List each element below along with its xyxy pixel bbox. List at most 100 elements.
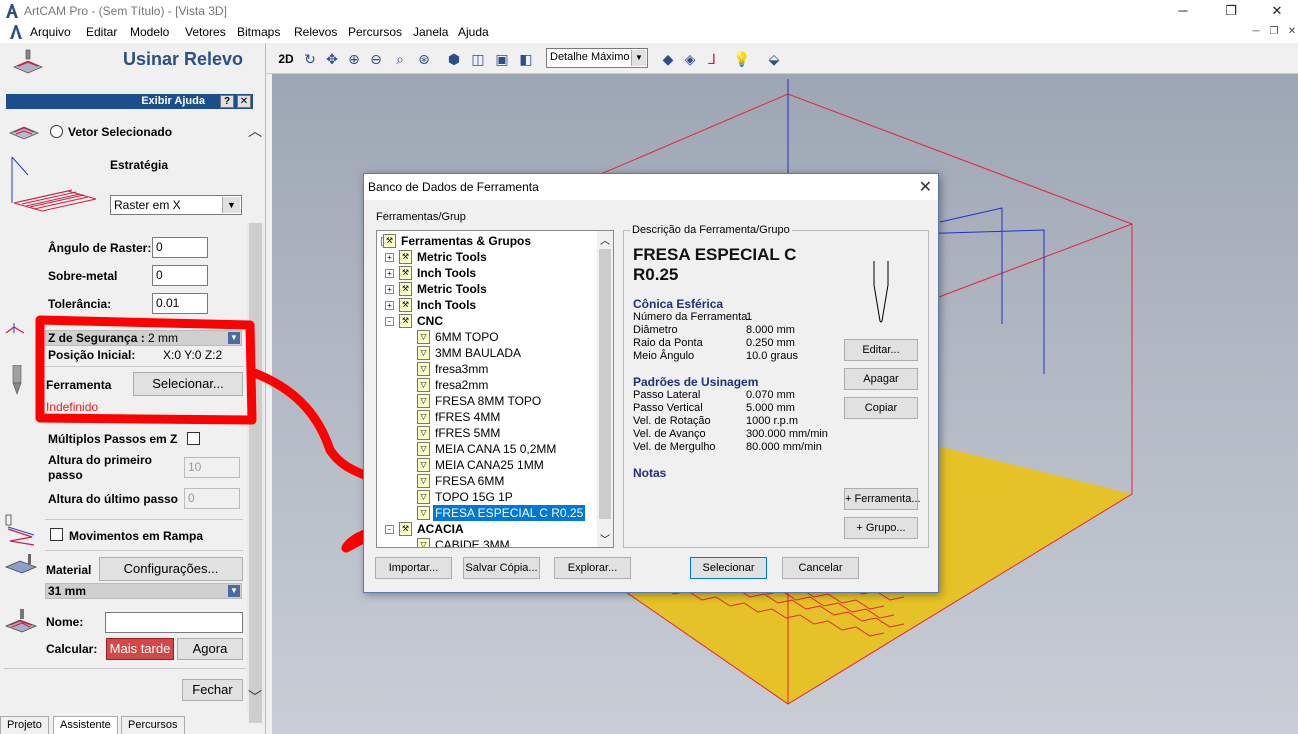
divider [4,668,246,669]
detail-level-select[interactable]: Detalhe Máximo ▼ [546,48,648,68]
calculate-now-button[interactable]: Agora [177,638,243,660]
last-pass-input[interactable]: 0 [184,488,240,509]
zoom-out-icon[interactable]: ⊖ [366,49,386,69]
tab-assistente[interactable]: Assistente [53,716,118,734]
collapse-icon[interactable]: - [385,317,394,326]
close-window-button[interactable]: ✕ [1254,0,1298,22]
expand-icon[interactable]: + [385,285,394,294]
tool-group-icon: ⚒ [399,266,412,280]
view-2d-button[interactable]: 2D [276,49,296,69]
chevron-down-icon[interactable]: ▼ [631,50,646,66]
wireframe-view-icon[interactable]: ◈ [680,49,700,69]
detail-key: Vel. de Avanço [633,428,706,440]
tolerance-input[interactable]: 0.01 [152,293,208,314]
tool-tree[interactable]: -⚒Ferramentas & Grupos+⚒Metric Tools+⚒In… [376,230,614,548]
mdi-close-button[interactable]: ✕ [1283,24,1298,40]
menu-vetores[interactable]: Vetores [185,25,226,39]
allowance-input[interactable]: 0 [152,265,208,286]
rotate-view-icon[interactable]: ↻ [300,49,320,69]
tab-percursos[interactable]: Percursos [121,716,185,734]
add-tool-button[interactable]: + Ferramenta... [844,488,921,510]
restore-button[interactable]: ❐ [1208,0,1254,22]
help-bar[interactable]: Exibir Ajuda ? ✕ [6,94,253,109]
iso-view-icon[interactable]: ⬢ [444,49,464,69]
toolpath-name-input[interactable] [105,612,243,633]
menu-janela[interactable]: Janela [413,25,448,39]
tool-group-icon: ⚒ [399,298,412,312]
close-panel-button[interactable]: Fechar [182,679,243,701]
expand-arrow-icon[interactable]: ▼ [228,332,240,344]
raster-angle-input[interactable]: 0 [152,237,208,258]
strategy-select[interactable]: Raster em X ▼ [110,195,242,215]
first-pass-input[interactable]: 10 [184,457,240,478]
ramp-checkbox[interactable] [50,528,63,541]
scroll-down-chevron-icon[interactable]: ﹀ [248,687,262,707]
dialog-close-icon[interactable]: ✕ [919,177,932,197]
zoom-fit-icon[interactable]: ⊛ [414,49,434,69]
expand-arrow-icon[interactable]: ▼ [228,585,240,597]
notes-title: Notas [633,466,667,480]
tree-scrollbar[interactable]: ︿ ﹀ [597,231,613,547]
tree-item-label: fresa2mm [435,378,489,392]
material-config-button[interactable]: Configurações... [99,557,243,581]
help-question-button[interactable]: ? [220,95,234,108]
menu-arquivo[interactable]: Arquivo [30,25,71,39]
zoom-window-icon[interactable]: ⌕ [390,49,410,69]
zoom-in-icon[interactable]: ⊕ [344,49,364,69]
expand-icon[interactable]: + [385,253,394,262]
multipass-checkbox[interactable] [187,432,200,445]
tab-projeto[interactable]: Projeto [0,716,49,734]
divider [45,550,243,551]
detail-row: Vel. de Rotação 1000 r.p.m [633,415,833,428]
lighting-bulb-icon[interactable]: 💡 [732,49,752,69]
mdi-restore-button[interactable]: ❐ [1265,24,1283,40]
detail-value: 10.0 graus [746,350,798,362]
front-view-icon[interactable]: ▣ [492,49,512,69]
chevron-down-icon[interactable]: ▼ [222,197,240,213]
top-view-icon[interactable]: ◫ [468,49,488,69]
safe-z-bar[interactable]: Z de Segurança : 2 mm ▼ [45,330,242,346]
add-group-button[interactable]: + Grupo... [844,517,918,539]
select-tool-button[interactable]: Selecionar... [133,372,243,396]
expand-icon[interactable]: + [385,269,394,278]
axes-icon[interactable]: ⅃ [702,49,722,69]
name-label: Nome: [46,615,84,629]
menu-editar[interactable]: Editar [86,25,117,39]
calculate-later-button[interactable]: Mais tarde [106,638,174,660]
pan-view-icon[interactable]: ✥ [322,49,342,69]
shaded-view-icon[interactable]: ◆ [658,49,678,69]
mdi-minimize-button[interactable]: ─ [1247,24,1265,40]
menu-relevos[interactable]: Relevos [294,25,337,39]
desc-group-label: Descrição da Ferramenta/Grupo [630,224,792,236]
panel-scrollbar[interactable] [247,223,264,723]
side-view-icon[interactable]: ◧ [516,49,536,69]
tool-group-icon: ⚒ [399,522,412,536]
app-menu-icon[interactable] [8,24,24,40]
import-button[interactable]: Importar... [375,557,452,579]
scroll-up-chevron-icon[interactable]: ︿ [600,232,610,247]
toolpath-display-icon[interactable]: ⬙ [764,49,784,69]
vector-selected-radio[interactable] [50,125,63,138]
collapse-icon[interactable]: - [385,525,394,534]
select-button[interactable]: Selecionar [690,557,767,579]
explore-button[interactable]: Explorar... [554,557,631,579]
scroll-down-chevron-icon[interactable]: ﹀ [600,531,610,546]
tree-item-label: MEIA CANA25 1MM [435,458,544,472]
help-close-button[interactable]: ✕ [237,95,251,108]
menu-bitmaps[interactable]: Bitmaps [237,25,280,39]
collapse-chevron-icon[interactable]: ︿ [248,121,262,141]
delete-tool-button[interactable]: Apagar [844,368,918,390]
save-copy-button[interactable]: Salvar Cópia... [463,557,540,579]
minimize-button[interactable]: ─ [1160,0,1206,22]
expand-icon[interactable]: + [385,301,394,310]
edit-tool-button[interactable]: Editar... [844,339,918,361]
cancel-button[interactable]: Cancelar [782,557,859,579]
tree-item-label: Metric Tools [417,282,487,296]
material-thickness-bar[interactable]: 31 mm ▼ [45,583,242,599]
menu-ajuda[interactable]: Ajuda [458,25,489,39]
scrollbar-thumb[interactable] [249,223,262,723]
menu-percursos[interactable]: Percursos [348,25,402,39]
scrollbar-thumb[interactable] [599,249,611,519]
copy-tool-button[interactable]: Copiar [844,397,918,419]
menu-modelo[interactable]: Modelo [130,25,169,39]
